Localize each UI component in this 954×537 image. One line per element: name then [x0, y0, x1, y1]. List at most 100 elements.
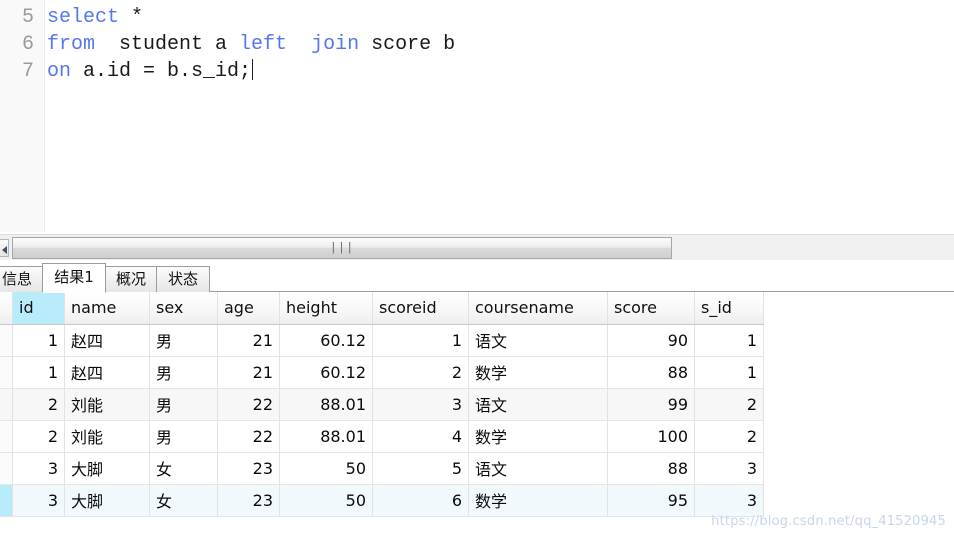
cell-s_id[interactable]: 3 — [694, 452, 764, 485]
cell-name[interactable]: 赵四 — [64, 324, 150, 357]
cell-name[interactable]: 赵四 — [64, 356, 150, 389]
cell-s_id[interactable]: 1 — [694, 356, 764, 389]
cell-s_id[interactable]: 2 — [694, 388, 764, 421]
cell-coursename[interactable]: 数学 — [468, 484, 608, 517]
cell-scoreid[interactable]: 5 — [372, 452, 469, 485]
cell-id[interactable]: 3 — [12, 452, 65, 485]
code-text[interactable]: from student a left join score b — [36, 31, 455, 58]
column-header-id[interactable]: id — [12, 292, 65, 325]
cell-id[interactable]: 2 — [12, 420, 65, 453]
column-header-sex[interactable]: sex — [149, 292, 218, 325]
cell-scoreid[interactable]: 3 — [372, 388, 469, 421]
cell-sex[interactable]: 女 — [149, 484, 218, 517]
sql-text: * — [119, 6, 144, 29]
cell-id[interactable]: 2 — [12, 388, 65, 421]
scrollbar-thumb[interactable]: ||| — [12, 237, 672, 259]
cell-sex[interactable]: 男 — [149, 420, 218, 453]
cell-height[interactable]: 88.01 — [279, 420, 373, 453]
cell-score[interactable]: 88 — [607, 356, 695, 389]
cell-age[interactable]: 22 — [217, 388, 280, 421]
column-header-age[interactable]: age — [217, 292, 280, 325]
table-row[interactable]: 1 赵四男 21 60.12 1 语文 90 1 — [0, 324, 764, 357]
column-header-score[interactable]: score — [607, 292, 695, 325]
cell-sex[interactable]: 男 — [149, 356, 218, 389]
cell-id[interactable]: 1 — [12, 356, 65, 389]
result-tab[interactable]: 状态 — [156, 266, 210, 292]
code-line[interactable]: 5 select * — [0, 4, 954, 31]
cell-height[interactable]: 50 — [279, 452, 373, 485]
cell-name[interactable]: 刘能 — [64, 388, 150, 421]
result-grid-container[interactable]: id name sex age height scoreid coursename score… — [0, 292, 954, 537]
cell-age[interactable]: 23 — [217, 484, 280, 517]
code-line[interactable]: 6 from student a left join score b — [0, 31, 954, 58]
editor-horizontal-scrollbar[interactable]: ||| — [0, 234, 954, 260]
result-grid-header: id name sex age height scoreid coursename score… — [0, 292, 764, 325]
table-row[interactable]: 2 刘能男 22 88.01 3 语文 99 2 — [0, 388, 764, 421]
cell-scoreid[interactable]: 6 — [372, 484, 469, 517]
code-text[interactable]: on a.id = b.s_id; — [36, 58, 254, 85]
code-text[interactable]: select * — [36, 4, 143, 31]
row-selector-cell[interactable] — [0, 484, 13, 517]
cell-s_id[interactable]: 3 — [694, 484, 764, 517]
cell-score[interactable]: 90 — [607, 324, 695, 357]
row-selector-cell[interactable] — [0, 420, 13, 453]
cell-name[interactable]: 大脚 — [64, 484, 150, 517]
cell-s_id[interactable]: 1 — [694, 324, 764, 357]
cell-score[interactable]: 88 — [607, 452, 695, 485]
cell-height[interactable]: 88.01 — [279, 388, 373, 421]
cell-age[interactable]: 21 — [217, 356, 280, 389]
cell-score[interactable]: 95 — [607, 484, 695, 517]
cell-name[interactable]: 大脚 — [64, 452, 150, 485]
result-tab[interactable]: 概况 — [104, 266, 158, 292]
cell-score[interactable]: 99 — [607, 388, 695, 421]
row-selector-cell[interactable] — [0, 388, 13, 421]
cell-sex[interactable]: 女 — [149, 452, 218, 485]
table-row[interactable]: 2 刘能男 22 88.01 4 数学 100 2 — [0, 420, 764, 453]
left-arrow-icon — [2, 246, 7, 254]
table-row[interactable]: 1 赵四男 21 60.12 2 数学 88 1 — [0, 356, 764, 389]
cell-id[interactable]: 1 — [12, 324, 65, 357]
cell-score[interactable]: 100 — [607, 420, 695, 453]
sql-keyword: on — [47, 60, 72, 83]
cell-coursename[interactable]: 语文 — [468, 452, 608, 485]
cell-sex[interactable]: 男 — [149, 324, 218, 357]
sql-code-area[interactable]: 5 select * 6 from student a left join score… — [0, 0, 954, 232]
row-selector-header[interactable] — [0, 292, 13, 325]
cell-id[interactable]: 3 — [12, 484, 65, 517]
row-selector-cell[interactable] — [0, 356, 13, 389]
cell-height[interactable]: 60.12 — [279, 356, 373, 389]
column-header-coursename[interactable]: coursename — [468, 292, 608, 325]
cell-height[interactable]: 50 — [279, 484, 373, 517]
column-header-s_id[interactable]: s_id — [694, 292, 764, 325]
cell-scoreid[interactable]: 4 — [372, 420, 469, 453]
cell-height[interactable]: 60.12 — [279, 324, 373, 357]
cell-scoreid[interactable]: 2 — [372, 356, 469, 389]
cell-age[interactable]: 21 — [217, 324, 280, 357]
table-row[interactable]: 3 大脚女 23 50 6 数学 95 3 — [0, 484, 764, 517]
cell-name[interactable]: 刘能 — [64, 420, 150, 453]
scroll-left-button[interactable] — [0, 239, 9, 257]
row-selector-cell[interactable] — [0, 324, 13, 357]
cell-coursename[interactable]: 语文 — [468, 324, 608, 357]
result-tab[interactable]: 结果1 — [42, 263, 106, 293]
result-tab[interactable]: 信息 — [0, 266, 46, 292]
text-caret — [252, 59, 254, 80]
row-selector-cell[interactable] — [0, 452, 13, 485]
cell-s_id[interactable]: 2 — [694, 420, 764, 453]
cell-coursename[interactable]: 数学 — [468, 356, 608, 389]
sql-text: score b — [359, 33, 456, 56]
column-header-height[interactable]: height — [279, 292, 373, 325]
cell-coursename[interactable]: 数学 — [468, 420, 608, 453]
sql-editor[interactable]: 5 select * 6 from student a left join score… — [0, 0, 954, 232]
sql-client-window: 5 select * 6 from student a left join score… — [0, 0, 954, 537]
code-line[interactable]: 7 on a.id = b.s_id; — [0, 58, 954, 85]
table-row[interactable]: 3 大脚女 23 50 5 语文 88 3 — [0, 452, 764, 485]
result-tab-bar[interactable]: 信息 结果1 概况 状态 — [0, 262, 954, 293]
column-header-name[interactable]: name — [64, 292, 150, 325]
cell-sex[interactable]: 男 — [149, 388, 218, 421]
cell-coursename[interactable]: 语文 — [468, 388, 608, 421]
column-header-scoreid[interactable]: scoreid — [372, 292, 469, 325]
cell-scoreid[interactable]: 1 — [372, 324, 469, 357]
cell-age[interactable]: 22 — [217, 420, 280, 453]
cell-age[interactable]: 23 — [217, 452, 280, 485]
